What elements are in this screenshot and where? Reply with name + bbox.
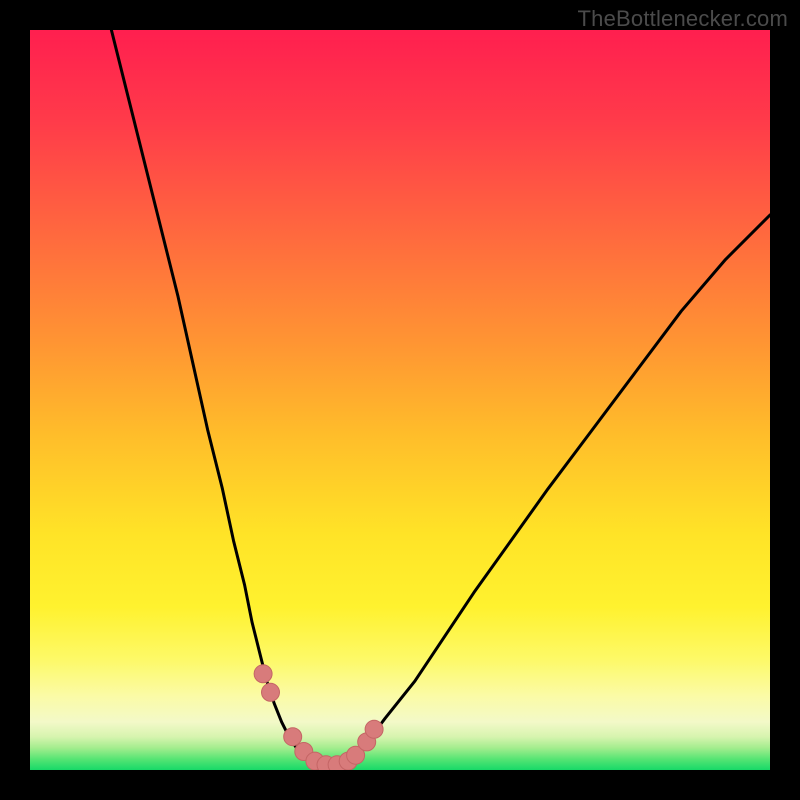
chart-frame: TheBottlenecker.com — [0, 0, 800, 800]
highlight-dot — [284, 728, 302, 746]
highlight-dot — [365, 720, 383, 738]
bottleneck-curve — [30, 30, 770, 770]
highlight-dot — [262, 683, 280, 701]
plot-area — [30, 30, 770, 770]
highlight-dot — [254, 665, 272, 683]
watermark-text: TheBottlenecker.com — [578, 6, 788, 32]
